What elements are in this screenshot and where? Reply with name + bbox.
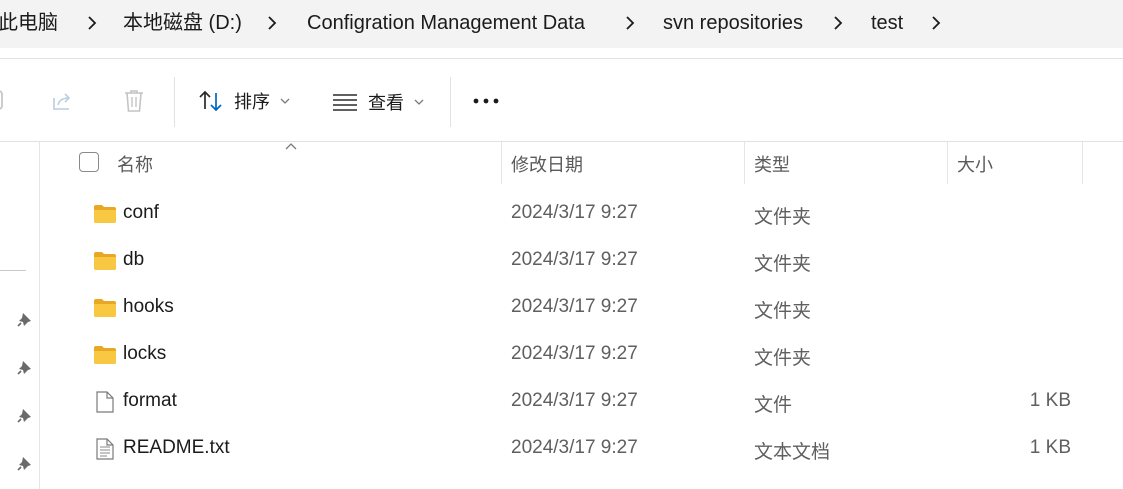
toolbar-divider (450, 77, 451, 127)
file-date: 2024/3/17 9:27 (511, 390, 638, 411)
file-row[interactable]: db 2024/3/17 9:27 文件夹 (41, 238, 1123, 285)
file-size: 1 KB (1029, 390, 1071, 411)
column-size-header[interactable]: 大小 (957, 151, 993, 177)
file-name: db (123, 249, 145, 270)
text-file-icon (96, 438, 114, 460)
file-date: 2024/3/17 9:27 (511, 343, 638, 364)
file-date: 2024/3/17 9:27 (511, 249, 638, 270)
column-divider[interactable] (1082, 142, 1083, 184)
more-options-button[interactable] (472, 87, 502, 115)
column-divider[interactable] (744, 142, 745, 184)
folder-icon (94, 252, 116, 270)
select-all-checkbox[interactable] (79, 152, 99, 172)
breadcrumb-item-test[interactable]: test (871, 10, 903, 36)
chevron-right-icon[interactable] (82, 13, 102, 33)
breadcrumb-item-this-pc[interactable]: 此电脑 (0, 10, 58, 36)
sort-icon (199, 90, 222, 112)
column-divider[interactable] (501, 142, 502, 184)
column-header: 名称 修改日期 类型 大小 (41, 142, 1123, 184)
file-name: format (123, 390, 177, 411)
file-name: locks (123, 343, 167, 364)
sort-button[interactable]: 排序 (198, 88, 292, 114)
file-size: 1 KB (1029, 437, 1071, 458)
column-date-header[interactable]: 修改日期 (511, 151, 583, 177)
file-row[interactable]: format 2024/3/17 9:27 文件 1 KB (41, 379, 1123, 426)
file-row[interactable]: conf 2024/3/17 9:27 文件夹 (41, 191, 1123, 238)
file-type: 文件 (754, 395, 793, 416)
folder-icon (94, 346, 116, 364)
file-row[interactable]: README.txt 2024/3/17 9:27 文本文档 1 KB (41, 426, 1123, 473)
breadcrumb: 此电脑 本地磁盘 (D:) Configration Management Da… (0, 0, 1123, 48)
breadcrumb-item-drive-d[interactable]: 本地磁盘 (D:) (123, 10, 242, 36)
command-bar: 排序 查看 (0, 58, 1123, 142)
chevron-down-icon (280, 98, 290, 104)
pin-icon[interactable] (16, 358, 34, 376)
folder-icon (94, 205, 116, 223)
file-row[interactable]: hooks 2024/3/17 9:27 文件夹 (41, 285, 1123, 332)
file-type: 文件夹 (754, 254, 812, 275)
folder-icon (94, 299, 116, 317)
breadcrumb-item-config-data[interactable]: Configration Management Data (307, 10, 585, 36)
chevron-right-icon[interactable] (828, 13, 848, 33)
navigation-pane (0, 142, 40, 489)
share-icon[interactable] (50, 89, 74, 113)
view-list-icon (333, 94, 357, 111)
chevron-right-icon[interactable] (926, 13, 946, 33)
pin-icon[interactable] (16, 454, 34, 472)
column-divider[interactable] (947, 142, 948, 184)
file-name: README.txt (123, 437, 230, 458)
delete-icon[interactable] (122, 88, 146, 114)
file-row[interactable]: locks 2024/3/17 9:27 文件夹 (41, 332, 1123, 379)
breadcrumb-item-svn-repositories[interactable]: svn repositories (663, 10, 803, 36)
file-icon (96, 391, 114, 413)
file-date: 2024/3/17 9:27 (511, 202, 638, 223)
sort-label: 排序 (234, 92, 270, 112)
file-date: 2024/3/17 9:27 (511, 437, 638, 458)
copy-icon[interactable] (0, 89, 6, 111)
chevron-right-icon[interactable] (620, 13, 640, 33)
chevron-right-icon[interactable] (262, 13, 282, 33)
view-label: 查看 (368, 93, 404, 113)
file-type: 文件夹 (754, 348, 812, 369)
more-icon (473, 98, 499, 104)
file-type: 文件夹 (754, 207, 812, 228)
chevron-down-icon (414, 99, 424, 105)
nav-divider (0, 270, 26, 271)
file-date: 2024/3/17 9:27 (511, 296, 638, 317)
file-name: conf (123, 202, 159, 223)
file-type: 文本文档 (754, 442, 831, 463)
column-name-header[interactable]: 名称 (117, 151, 153, 177)
toolbar-divider (174, 77, 175, 127)
view-button[interactable]: 查看 (332, 89, 426, 115)
pin-icon[interactable] (16, 406, 34, 424)
file-type: 文件夹 (754, 301, 812, 322)
file-name: hooks (123, 296, 174, 317)
pin-icon[interactable] (16, 310, 34, 328)
sort-ascending-icon (285, 143, 297, 150)
column-type-header[interactable]: 类型 (754, 151, 790, 177)
